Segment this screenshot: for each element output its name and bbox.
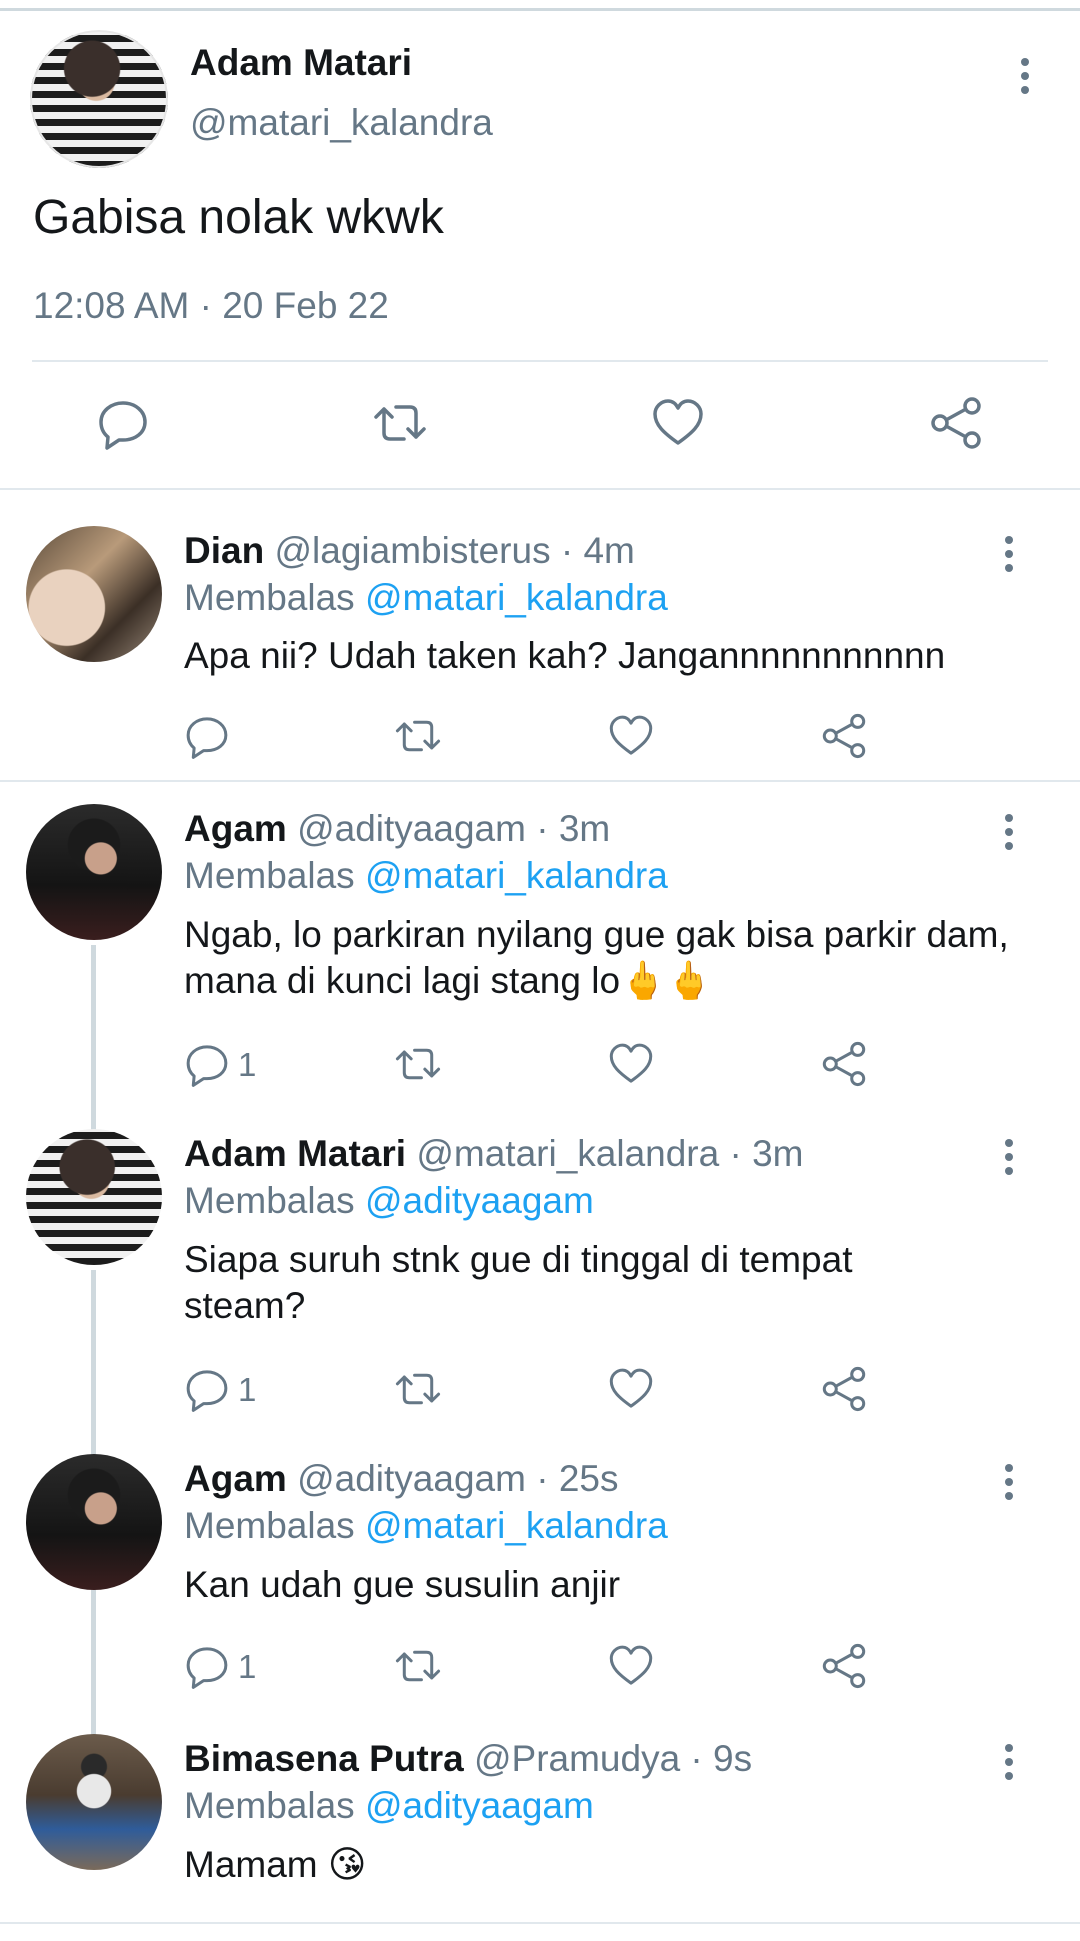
- author-handle[interactable]: @matari_kalandra: [416, 1133, 719, 1174]
- reply-header: Dian @lagiambisterus · 4m: [184, 530, 635, 572]
- avatar[interactable]: [26, 1129, 162, 1265]
- author-name[interactable]: Adam Matari: [184, 1133, 406, 1174]
- reply-icon[interactable]: [95, 395, 151, 451]
- reply-actions: [0, 712, 1080, 762]
- author-handle[interactable]: @adityaagam: [297, 1458, 526, 1499]
- reply-icon[interactable]: [183, 1365, 231, 1413]
- avatar[interactable]: [26, 526, 162, 662]
- author-name[interactable]: Agam: [184, 1458, 287, 1499]
- reply-tweet[interactable]: Dian @lagiambisterus · 4m Membalas @mata…: [0, 520, 1080, 780]
- like-icon[interactable]: [650, 395, 706, 451]
- replying-to: Membalas @matari_kalandra: [184, 577, 668, 618]
- reply-tweet[interactable]: Agam @adityaagam · 3m Membalas @matari_k…: [0, 800, 1080, 1120]
- reply-tweet[interactable]: Adam Matari @matari_kalandra · 3m Membal…: [0, 1125, 1080, 1445]
- more-options-icon[interactable]: [1003, 1744, 1015, 1780]
- main-tweet: Adam Matari @matari_kalandra Gabisa nola…: [0, 0, 1080, 490]
- avatar[interactable]: [30, 30, 168, 168]
- share-icon[interactable]: [820, 1365, 868, 1413]
- reply-actions: 1: [0, 1040, 1080, 1090]
- reply-header: Agam @adityaagam · 25s: [184, 1458, 619, 1500]
- reply-time: · 3m: [525, 808, 611, 849]
- reply-icon[interactable]: [183, 1642, 231, 1690]
- emoji: 😘: [327, 1843, 367, 1886]
- retweet-icon[interactable]: [372, 395, 428, 451]
- reply-text: Kan udah gue susulin anjir: [184, 1564, 621, 1605]
- reply-text: Mamam 😘: [184, 1843, 367, 1886]
- reply-tweet[interactable]: Agam @adityaagam · 25s Membalas @matari_…: [0, 1450, 1080, 1720]
- share-icon[interactable]: [928, 395, 984, 451]
- reply-header: Agam @adityaagam · 3m: [184, 808, 610, 850]
- avatar[interactable]: [26, 1454, 162, 1590]
- reply-count: 1: [238, 1371, 257, 1408]
- mention-link[interactable]: @matari_kalandra: [365, 577, 668, 618]
- reply-time: · 3m: [719, 1133, 804, 1174]
- author-handle[interactable]: @adityaagam: [297, 808, 526, 849]
- mention-link[interactable]: @matari_kalandra: [365, 855, 668, 896]
- author-handle[interactable]: @Pramudya: [474, 1738, 680, 1779]
- mention-link[interactable]: @adityaagam: [365, 1785, 594, 1826]
- reply-time: · 9s: [680, 1738, 753, 1779]
- share-icon[interactable]: [820, 1642, 868, 1690]
- reply-count: 1: [238, 1046, 257, 1083]
- tweet-timestamp: 12:08 AM · 20 Feb 22: [33, 285, 389, 326]
- reply-header: Bimasena Putra @Pramudya · 9s: [184, 1738, 752, 1780]
- more-options-icon[interactable]: [1003, 1139, 1015, 1175]
- more-options-icon[interactable]: [1019, 58, 1031, 94]
- like-icon[interactable]: [607, 1365, 655, 1413]
- retweet-icon[interactable]: [394, 1642, 442, 1690]
- reply-tweet[interactable]: Bimasena Putra @Pramudya · 9s Membalas @…: [0, 1730, 1080, 1930]
- replying-to: Membalas @matari_kalandra: [184, 855, 668, 896]
- divider: [0, 1922, 1080, 1924]
- more-options-icon[interactable]: [1003, 1464, 1015, 1500]
- reply-text: Ngab, lo parkiran nyilang gue gak bisa p…: [184, 914, 1009, 1002]
- author-name[interactable]: Dian: [184, 530, 264, 571]
- retweet-icon[interactable]: [394, 1365, 442, 1413]
- divider: [32, 360, 1048, 362]
- author-name[interactable]: Bimasena Putra: [184, 1738, 464, 1779]
- retweet-icon[interactable]: [394, 1040, 442, 1088]
- reply-header: Adam Matari @matari_kalandra · 3m: [184, 1133, 804, 1175]
- avatar[interactable]: [26, 804, 162, 940]
- reply-count: 1: [238, 1648, 257, 1685]
- reply-icon[interactable]: [183, 712, 231, 760]
- reply-actions: 1: [0, 1365, 1080, 1415]
- mention-link[interactable]: @matari_kalandra: [365, 1505, 668, 1546]
- reply-text: Siapa suruh stnk gue di tinggal di tempa…: [184, 1239, 853, 1326]
- more-options-icon[interactable]: [1003, 814, 1015, 850]
- divider: [0, 488, 1080, 490]
- reply-actions: 1: [0, 1642, 1080, 1692]
- like-icon[interactable]: [607, 1642, 655, 1690]
- replying-to: Membalas @adityaagam: [184, 1180, 594, 1221]
- share-icon[interactable]: [820, 1040, 868, 1088]
- like-icon[interactable]: [607, 712, 655, 760]
- like-icon[interactable]: [607, 1040, 655, 1088]
- author-name[interactable]: Adam Matari: [190, 42, 412, 84]
- reply-time: · 25s: [525, 1458, 619, 1499]
- replying-to: Membalas @adityaagam: [184, 1785, 594, 1826]
- author-handle[interactable]: @matari_kalandra: [190, 102, 493, 144]
- author-handle[interactable]: @lagiambisterus: [274, 530, 550, 571]
- more-options-icon[interactable]: [1003, 536, 1015, 572]
- reply-icon[interactable]: [183, 1040, 231, 1088]
- divider: [0, 780, 1080, 782]
- retweet-icon[interactable]: [394, 712, 442, 760]
- emoji: 🖕🖕: [620, 959, 713, 1002]
- share-icon[interactable]: [820, 712, 868, 760]
- reply-time: · 4m: [550, 530, 635, 571]
- tweet-actions: [0, 395, 1080, 455]
- tweet-text: Gabisa nolak wkwk: [33, 191, 444, 244]
- mention-link[interactable]: @adityaagam: [365, 1180, 594, 1221]
- reply-text: Apa nii? Udah taken kah? Jangannnnnnnnnn…: [184, 635, 946, 676]
- avatar[interactable]: [26, 1734, 162, 1870]
- author-name[interactable]: Agam: [184, 808, 287, 849]
- replying-to: Membalas @matari_kalandra: [184, 1505, 668, 1546]
